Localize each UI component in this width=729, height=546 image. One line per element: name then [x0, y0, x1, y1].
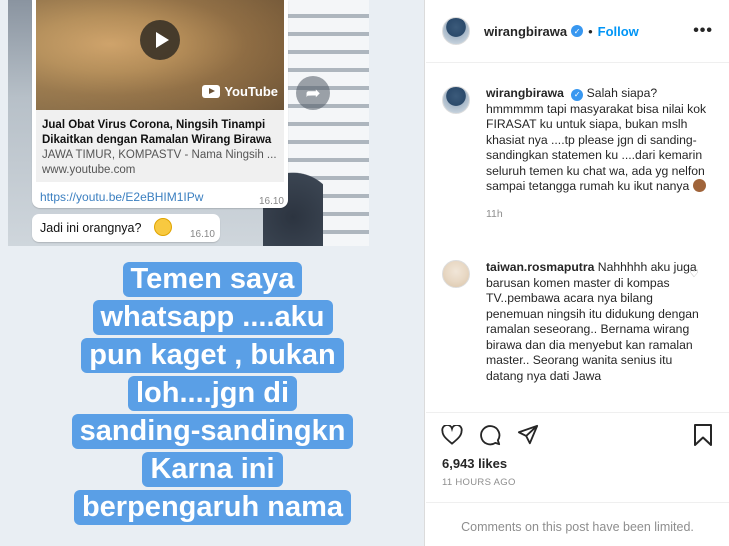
verified-badge-icon: ✓ [571, 25, 584, 37]
forward-icon: ➦ [296, 76, 330, 110]
story-caption: Temen saya whatsapp ....aku pun kaget , … [0, 262, 424, 528]
message-text: Jadi ini orangnya? [40, 221, 142, 235]
link-domain: www.youtube.com [42, 164, 136, 176]
link-title: Jual Obat Virus Corona, Ningsih Tinampi … [42, 119, 272, 146]
message-bubble-text: Jadi ini orangnya? 16.10 [32, 214, 220, 242]
see-no-evil-monkey-emoji-icon [692, 179, 706, 192]
verified-badge-icon: ✓ [571, 88, 584, 101]
comments-list[interactable]: wirangbirawa ✓ Salah siapa? hmmmmm tapi … [426, 64, 729, 411]
youtube-icon [202, 85, 221, 98]
comment-username[interactable]: wirangbirawa [486, 86, 564, 100]
more-options-icon[interactable]: ••• [693, 22, 713, 40]
comment-icon[interactable] [478, 423, 502, 447]
youtube-label: YouTube [224, 84, 278, 99]
bookmark-icon[interactable] [691, 423, 715, 447]
youtube-logo: YouTube [202, 84, 278, 99]
caption-line: Karna ini [142, 452, 283, 487]
caption-line: loh....jgn di [127, 376, 298, 411]
caption-line: whatsapp ....aku [92, 300, 333, 335]
follow-button[interactable]: Follow [598, 24, 639, 39]
avatar[interactable] [442, 17, 470, 45]
avatar[interactable] [442, 260, 470, 288]
comment-text: Salah siapa? hmmmmm tapi masyarakat bisa… [486, 86, 707, 193]
caption-line: Temen saya [122, 262, 303, 297]
caption-line: sanding-sandingkn [71, 414, 354, 449]
username-link[interactable]: wirangbirawa [484, 24, 567, 39]
link-description: JAWA TIMUR, KOMPASTV - Nama Ningsih ... [42, 149, 277, 161]
comment-username[interactable]: taiwan.rosmaputra [486, 260, 594, 274]
avatar[interactable] [442, 86, 470, 114]
separator-dot: • [588, 23, 593, 39]
link-url: https://youtu.be/E2eBHIM1IPw [40, 190, 204, 204]
link-preview: Jual Obat Virus Corona, Ningsih Tinampi … [36, 110, 284, 182]
play-icon [140, 20, 180, 60]
post-actions: 6,943 likes 11 HOURS AGO [426, 412, 729, 502]
likes-count[interactable]: 6,943 likes [442, 456, 507, 471]
post-sidebar: wirangbirawa ✓ • Follow ••• wirangbirawa… [426, 0, 729, 546]
comment-time[interactable]: 11h [486, 207, 708, 223]
post-timestamp[interactable]: 11 HOURS AGO [442, 477, 516, 488]
comment-text: Nahhhhh aku juga barusan komen master di… [486, 260, 699, 383]
grinning-sweat-emoji-icon [154, 218, 172, 236]
comment-body: wirangbirawa ✓ Salah siapa? hmmmmm tapi … [486, 86, 708, 222]
message-bubble-link: YouTube Jual Obat Virus Corona, Ningsih … [32, 0, 288, 208]
comment-body: taiwan.rosmaputra Nahhhhh aku juga barus… [486, 260, 708, 384]
action-icons [440, 423, 540, 447]
comments-limited-notice: Comments on this post have been limited. [426, 502, 729, 546]
caption-line: pun kaget , bukan [81, 338, 344, 373]
like-comment-heart-icon[interactable]: ♡ [689, 267, 699, 280]
whatsapp-screenshot: ➦ YouTube Jual Obat Virus Corona, Ningsi… [8, 0, 369, 246]
post-header: wirangbirawa ✓ • Follow ••• [426, 0, 729, 63]
message-time: 16.10 [189, 229, 215, 240]
post-media[interactable]: ➦ YouTube Jual Obat Virus Corona, Ningsi… [0, 0, 425, 546]
share-icon[interactable] [516, 423, 540, 447]
heart-icon[interactable] [440, 423, 464, 447]
message-time: 16.10 [258, 196, 284, 207]
caption-line: berpengaruh nama [73, 490, 352, 525]
